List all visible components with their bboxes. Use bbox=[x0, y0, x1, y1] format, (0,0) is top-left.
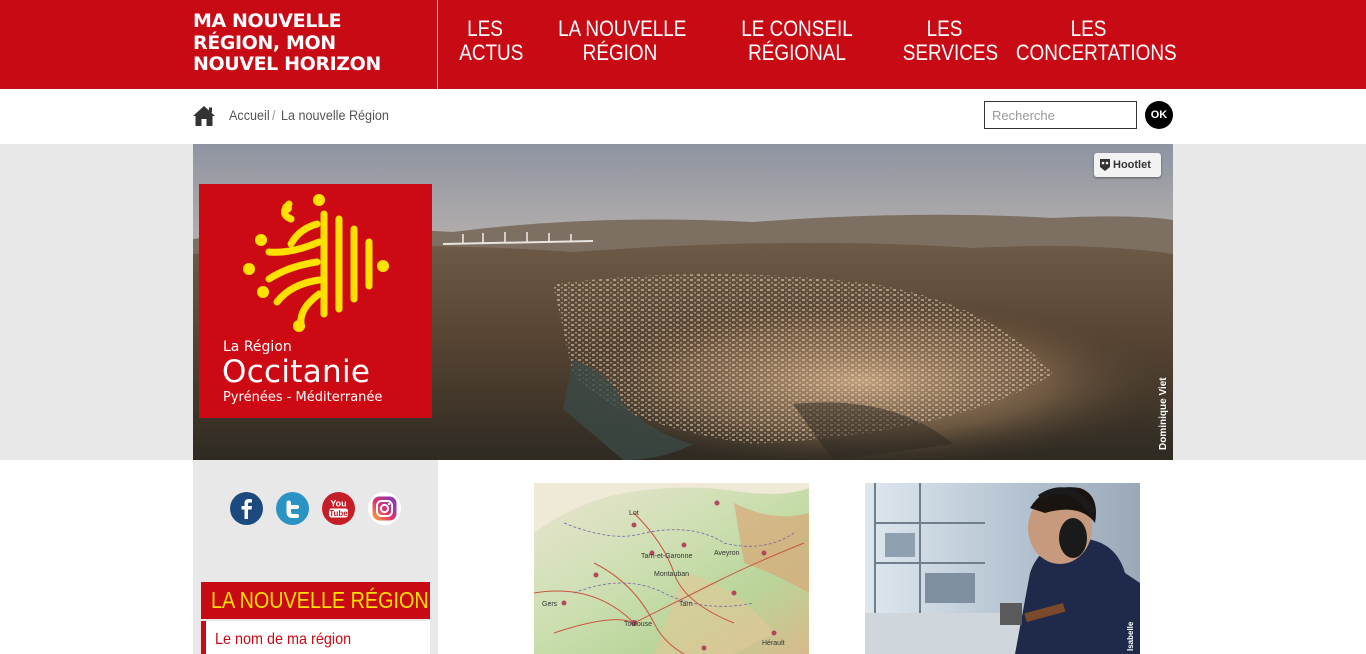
section-title: LA NOUVELLE RÉGION bbox=[201, 582, 430, 619]
nav-la-nouvelle-region[interactable]: LA NOUVELLE RÉGION bbox=[558, 16, 687, 65]
photo-credit: Dominique Viet bbox=[1158, 377, 1169, 450]
nav-label-line2: RÉGION bbox=[582, 40, 658, 65]
map-label: Gers bbox=[542, 601, 558, 608]
logo-line-small: La Région bbox=[223, 339, 292, 355]
brand-line: MA NOUVELLE bbox=[193, 10, 342, 32]
breadcrumb-accueil[interactable]: Accueil bbox=[229, 106, 270, 124]
section-title-text: LA NOUVELLE RÉGION bbox=[211, 587, 429, 613]
facebook-icon[interactable] bbox=[230, 492, 263, 525]
owl-icon bbox=[1100, 159, 1110, 171]
occitanie-logo: La Région Occitanie Pyrénées - Méditerra… bbox=[199, 184, 432, 418]
nav-label-line2: ACTUS bbox=[459, 40, 524, 65]
logo-line-sub: Pyrénées - Méditerranée bbox=[223, 390, 383, 405]
map-label: Montauban bbox=[654, 571, 689, 578]
map-label: Tarn bbox=[679, 601, 693, 608]
nav-les-services[interactable]: LES SERVICES bbox=[902, 16, 999, 65]
nav-label-line1: LES bbox=[926, 16, 963, 41]
youtube-text-top: You bbox=[330, 499, 346, 509]
nav-label-line2: SERVICES bbox=[902, 40, 999, 65]
brand-line: RÉGION, MON bbox=[193, 31, 336, 54]
map-label: Tarn-et-Garonne bbox=[641, 553, 692, 560]
map-label: Lot bbox=[629, 510, 639, 517]
nav-les-actus[interactable]: LES ACTUS bbox=[459, 16, 524, 65]
card-photo-worker[interactable]: Isabelle bbox=[865, 483, 1140, 654]
youtube-icon[interactable]: You Tube bbox=[322, 492, 355, 525]
home-icon[interactable] bbox=[192, 104, 216, 128]
nav-label-line1: LE CONSEIL bbox=[741, 16, 853, 41]
nav-label-line1: LES bbox=[467, 16, 503, 41]
nav-le-conseil-regional[interactable]: LE CONSEIL RÉGIONAL bbox=[741, 17, 853, 65]
map-label: Toulouse bbox=[624, 621, 652, 628]
header-divider bbox=[437, 0, 438, 89]
brand-line: NOUVEL HORIZON bbox=[193, 53, 381, 75]
search-input[interactable] bbox=[984, 101, 1137, 129]
nav-label-line2: RÉGIONAL bbox=[748, 40, 846, 65]
hootlet-label: Hootlet bbox=[1113, 159, 1151, 171]
search-submit-button[interactable]: OK bbox=[1145, 101, 1173, 129]
nav-label-line1: LA NOUVELLE bbox=[558, 16, 687, 41]
photo-credit-card: Isabelle bbox=[1126, 621, 1135, 651]
map-label: Aveyron bbox=[714, 550, 740, 557]
sidebar-item-label: Le nom de ma région bbox=[215, 631, 352, 648]
nav-label-line2: CONCERTATIONS bbox=[1015, 40, 1177, 65]
breadcrumb-current: La nouvelle Région bbox=[281, 107, 389, 123]
site-brand[interactable]: MA NOUVELLE RÉGION, MON NOUVEL HORIZON bbox=[193, 10, 433, 76]
worker-photo-image: Isabelle bbox=[865, 483, 1140, 654]
logo-line-big: Occitanie bbox=[222, 354, 371, 390]
youtube-text-bottom: Tube bbox=[329, 509, 348, 518]
region-map-image: Lot Aveyron Tarn-et-Garonne Montauban Ta… bbox=[534, 483, 809, 654]
sidebar-item-nom-de-ma-region[interactable]: Le nom de ma région bbox=[201, 621, 430, 654]
instagram-icon[interactable] bbox=[368, 492, 401, 525]
nav-les-concertations[interactable]: LES CONCERTATIONS bbox=[1015, 16, 1177, 65]
nav-label-line1: LES bbox=[1070, 16, 1107, 41]
occitan-cross-icon bbox=[243, 194, 389, 332]
hootlet-button[interactable]: Hootlet bbox=[1094, 153, 1161, 177]
card-map[interactable]: Lot Aveyron Tarn-et-Garonne Montauban Ta… bbox=[534, 483, 809, 654]
breadcrumb-separator: / bbox=[272, 107, 276, 123]
twitter-icon[interactable] bbox=[276, 492, 309, 525]
map-label: Hérault bbox=[762, 640, 785, 647]
